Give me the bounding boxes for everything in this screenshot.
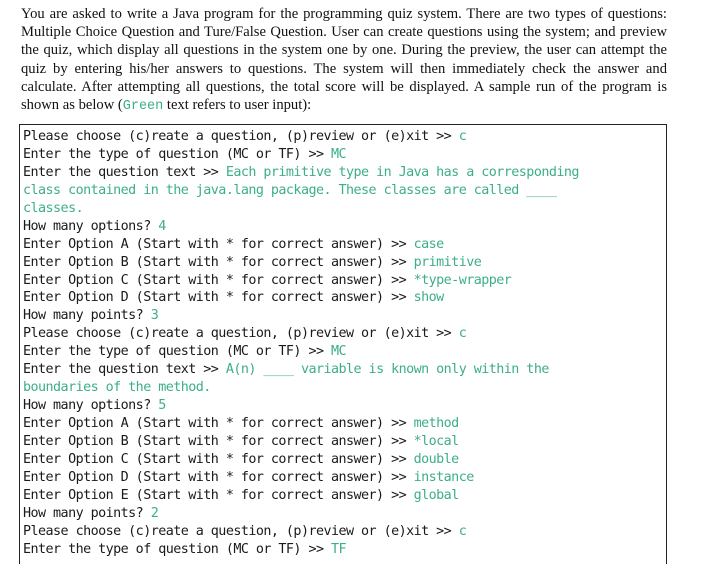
user-input: c: [458, 326, 467, 342]
console-line: class contained in the java.lang package…: [23, 182, 579, 200]
console-line: Enter Option A (Start with * for correct…: [23, 415, 579, 433]
console-prompt: Enter the type of question (MC or TF) >>: [23, 541, 331, 557]
console-line: Enter Option C (Start with * for correct…: [23, 451, 579, 469]
console-line: classes.: [23, 200, 579, 218]
console-prompt: Enter Option A (Start with * for correct…: [23, 236, 414, 252]
user-input: 5: [158, 398, 166, 414]
console-line: How many options? 4: [23, 218, 579, 236]
console-prompt: Enter the type of question (MC or TF) >>: [23, 146, 331, 162]
console-line: Enter Option A (Start with * for correct…: [23, 236, 579, 254]
console-line: Enter Option C (Start with * for correct…: [23, 272, 579, 290]
console-prompt: Enter Option A (Start with * for correct…: [23, 416, 414, 431]
user-input: double: [413, 451, 460, 467]
console-prompt: How many points?: [23, 505, 151, 521]
user-input: classes.: [23, 200, 84, 216]
user-input: class contained in the java.lang package…: [23, 182, 557, 198]
console-prompt: How many options?: [23, 218, 159, 234]
green-label: Green: [122, 99, 164, 115]
console-line: Enter Option E (Start with * for correct…: [23, 487, 579, 505]
user-input: c: [458, 129, 467, 144]
user-input: case: [413, 236, 445, 252]
user-input: 4: [158, 218, 166, 234]
console-line: Enter Option D (Start with * for correct…: [23, 469, 579, 487]
console-line: How many points? 3: [23, 307, 579, 325]
intro-text: You are asked to write a Java program fo…: [21, 6, 667, 114]
console-line: Enter the question text >> Each primitiv…: [23, 164, 579, 182]
console-prompt: Please choose (c)reate a question, (p)re…: [23, 326, 459, 342]
console-line: Enter the type of question (MC or TF) >>…: [23, 343, 579, 361]
console-prompt: Enter Option B (Start with * for correct…: [23, 254, 414, 270]
console-line: Please choose (c)reate a question, (p)re…: [23, 325, 579, 343]
console-line: How many points? 2: [23, 505, 579, 523]
sample-run-console: Please choose (c)reate a question, (p)re…: [19, 124, 667, 564]
user-input: MC: [331, 146, 347, 162]
console-line: How many options? 5: [23, 397, 579, 415]
console-line: Enter the question text >> A(n) ____ var…: [23, 361, 579, 379]
console-prompt: Enter the type of question (MC or TF) >>: [23, 344, 331, 360]
console-output: Please choose (c)reate a question, (p)re…: [23, 128, 579, 559]
user-input: *local: [413, 433, 460, 449]
user-input: Each primitive type in Java has a corres…: [225, 164, 580, 180]
console-prompt: Enter Option D (Start with * for correct…: [23, 469, 414, 485]
console-prompt: Please choose (c)reate a question, (p)re…: [23, 129, 459, 144]
user-input: 2: [150, 505, 159, 521]
console-prompt: How many options?: [23, 398, 159, 414]
console-prompt: How many points?: [23, 308, 151, 324]
user-input: c: [458, 523, 467, 539]
console-prompt: Enter Option C (Start with * for correct…: [23, 451, 414, 467]
console-prompt: Enter Option B (Start with * for correct…: [23, 433, 414, 449]
console-line: Enter Option B (Start with * for correct…: [23, 433, 579, 451]
user-input: TF: [331, 541, 347, 557]
console-prompt: Enter the question text >>: [23, 164, 226, 180]
user-input: 3: [150, 308, 159, 324]
user-input: MC: [331, 344, 347, 360]
user-input: global: [413, 487, 460, 503]
intro-text-end: text refers to user input):: [163, 97, 312, 114]
user-input: *type-wrapper: [413, 272, 512, 288]
console-prompt: Enter Option C (Start with * for correct…: [23, 272, 414, 288]
console-line: Enter Option D (Start with * for correct…: [23, 289, 579, 307]
user-input: boundaries of the method.: [23, 380, 211, 396]
console-prompt: Please choose (c)reate a question, (p)re…: [23, 523, 459, 539]
user-input: instance: [413, 469, 475, 485]
console-prompt: Enter Option D (Start with * for correct…: [23, 290, 414, 306]
console-line: Enter the type of question (MC or TF) >>…: [23, 146, 579, 164]
assignment-description: You are asked to write a Java program fo…: [21, 5, 667, 116]
console-line: Enter Option B (Start with * for correct…: [23, 254, 579, 272]
console-line: Please choose (c)reate a question, (p)re…: [23, 523, 579, 541]
console-prompt: Enter Option E (Start with * for correct…: [23, 487, 414, 503]
user-input: method: [413, 416, 460, 431]
console-line: boundaries of the method.: [23, 379, 579, 397]
user-input: A(n) ____ variable is known only within …: [225, 362, 550, 378]
console-line: Please choose (c)reate a question, (p)re…: [23, 128, 579, 146]
console-line: Enter the type of question (MC or TF) >>…: [23, 541, 579, 559]
console-prompt: Enter the question text >>: [23, 362, 226, 378]
user-input: show: [413, 290, 445, 306]
user-input: primitive: [413, 254, 482, 270]
